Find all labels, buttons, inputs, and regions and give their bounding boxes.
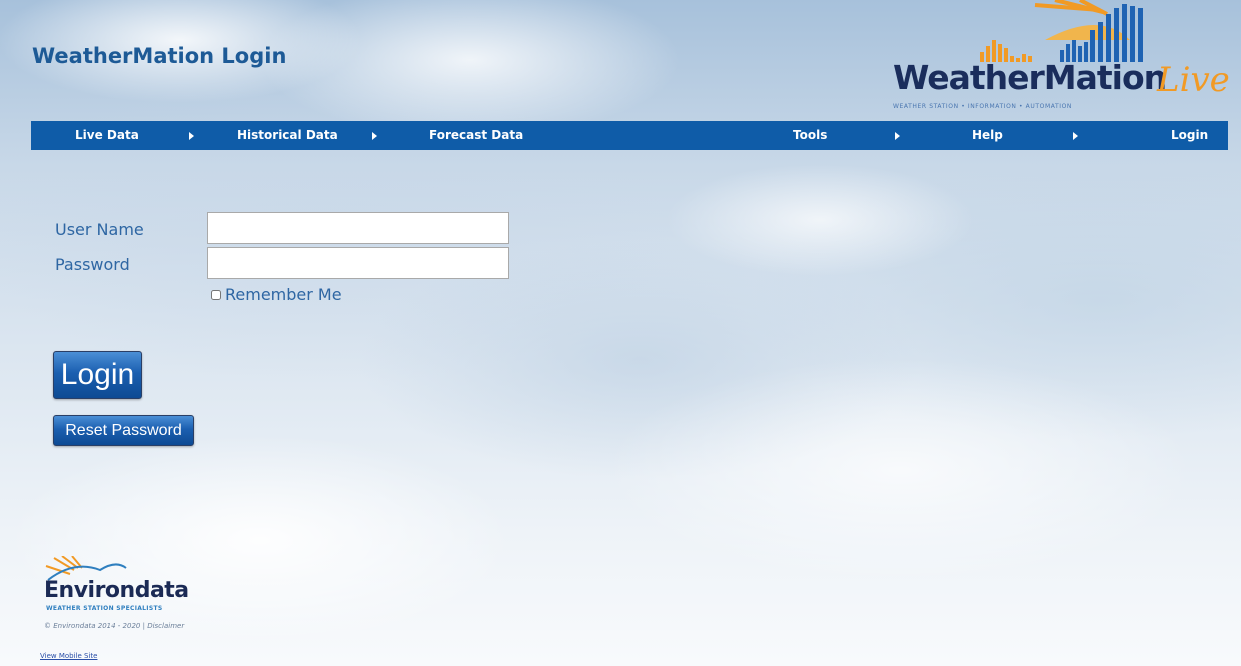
nav-item-label: Help <box>972 128 1003 142</box>
submenu-arrow-icon <box>1073 132 1078 140</box>
nav-item-tools[interactable]: Tools <box>793 121 827 150</box>
username-label: User Name <box>55 220 144 239</box>
environdata-logo: Environdata WEATHER STATION SPECIALISTS <box>44 556 204 614</box>
page-title: WeatherMation Login <box>32 44 287 68</box>
copyright-line: © Environdata 2014 - 2020 | Disclaimer <box>44 622 184 630</box>
password-field[interactable] <box>207 247 509 279</box>
remember-me-label: Remember Me <box>225 285 342 304</box>
username-field[interactable] <box>207 212 509 244</box>
nav-item-live-data[interactable]: Live Data <box>75 121 139 150</box>
reset-password-button[interactable]: Reset Password <box>53 415 194 446</box>
logo-live-script: Live <box>1157 60 1230 100</box>
nav-item-historical-data[interactable]: Historical Data <box>237 121 338 150</box>
logo-wordmark: WeatherMation <box>893 58 1167 97</box>
submenu-arrow-icon <box>372 132 377 140</box>
weathermation-live-logo: WeatherMation Live WEATHER STATION • INF… <box>885 0 1241 118</box>
main-navbar: Live Data Historical Data Forecast Data … <box>31 121 1228 150</box>
nav-item-login[interactable]: Login <box>1171 121 1208 150</box>
submenu-arrow-icon <box>189 132 194 140</box>
nav-item-help[interactable]: Help <box>972 121 1003 150</box>
nav-item-label: Historical Data <box>237 128 338 142</box>
copyright-text: © Environdata 2014 - 2020 <box>44 622 141 630</box>
remember-me-checkbox[interactable] <box>211 290 221 300</box>
copyright-separator: | <box>142 622 145 630</box>
environdata-wordmark: Environdata <box>44 578 189 603</box>
login-button[interactable]: Login <box>53 351 142 399</box>
environdata-tagline: WEATHER STATION SPECIALISTS <box>46 605 163 612</box>
nav-item-label: Tools <box>793 128 828 142</box>
password-label: Password <box>55 255 130 274</box>
nav-item-label: Forecast Data <box>429 128 524 142</box>
disclaimer-link[interactable]: Disclaimer <box>147 622 184 630</box>
submenu-arrow-icon <box>895 132 900 140</box>
nav-item-label: Live Data <box>75 128 139 142</box>
view-mobile-site-link[interactable]: View Mobile Site <box>40 652 97 660</box>
logo-tagline: WEATHER STATION • INFORMATION • AUTOMATI… <box>893 103 1073 110</box>
nav-item-forecast-data[interactable]: Forecast Data <box>429 121 523 150</box>
nav-item-label: Login <box>1171 128 1209 142</box>
